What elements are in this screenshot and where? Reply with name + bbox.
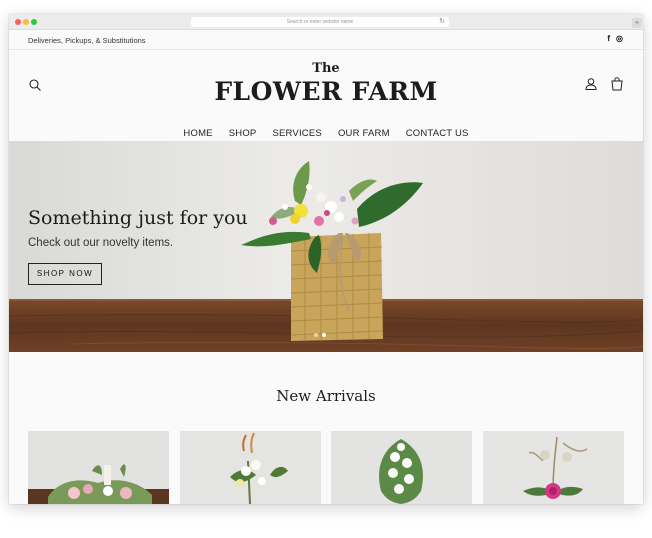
browser-chrome: Search or enter website name ↻ + xyxy=(9,14,643,30)
site-logo[interactable]: FLOWER FARM xyxy=(9,77,643,106)
product-grid xyxy=(28,431,624,504)
browser-window: Search or enter website name ↻ + Deliver… xyxy=(9,14,643,504)
instagram-icon[interactable]: ◎ xyxy=(616,34,623,43)
hero-subtitle: Check out our novelty items. xyxy=(28,237,174,249)
reload-icon[interactable]: ↻ xyxy=(439,17,445,27)
product-image xyxy=(483,431,624,504)
minimize-window-button[interactable] xyxy=(23,19,29,25)
slider-dots xyxy=(314,333,326,337)
product-image xyxy=(180,431,321,504)
announcement-link[interactable]: Deliveries, Pickups, & Substitutions xyxy=(28,36,146,45)
hero-title: Something just for you xyxy=(28,207,248,229)
social-links: f ◎ xyxy=(607,34,623,43)
hero-banner: Something just for you Check out our nov… xyxy=(9,141,643,352)
maximize-window-button[interactable] xyxy=(31,19,37,25)
cart-icon[interactable] xyxy=(610,77,624,91)
product-card[interactable] xyxy=(28,431,169,504)
site-header: The FLOWER FARM HOME SHOP SERVICES OUR F… xyxy=(9,51,643,141)
slider-dot[interactable] xyxy=(314,333,318,337)
nav-contact-us[interactable]: CONTACT US xyxy=(406,128,469,139)
logo-the: The xyxy=(312,61,340,76)
main-nav: HOME SHOP SERVICES OUR FARM CONTACT US xyxy=(9,128,643,139)
close-window-button[interactable] xyxy=(15,19,21,25)
new-tab-button[interactable]: + xyxy=(632,18,642,28)
nav-services[interactable]: SERVICES xyxy=(272,128,321,139)
nav-our-farm[interactable]: OUR FARM xyxy=(338,128,390,139)
product-card[interactable] xyxy=(180,431,321,504)
nav-shop[interactable]: SHOP xyxy=(229,128,257,139)
shop-now-button[interactable]: SHOP NOW xyxy=(28,263,102,285)
announcement-bar: Deliveries, Pickups, & Substitutions f ◎ xyxy=(9,30,643,50)
new-arrivals-title: New Arrivals xyxy=(276,387,376,405)
url-placeholder: Search or enter website name xyxy=(286,19,354,25)
product-card[interactable] xyxy=(483,431,624,504)
address-bar[interactable]: Search or enter website name ↻ xyxy=(191,17,449,27)
product-card[interactable] xyxy=(331,431,472,504)
facebook-icon[interactable]: f xyxy=(607,34,610,43)
account-icon[interactable] xyxy=(584,77,598,91)
product-image xyxy=(331,431,472,504)
product-image xyxy=(28,431,169,504)
slider-dot-active[interactable] xyxy=(322,333,326,337)
nav-home[interactable]: HOME xyxy=(183,128,212,139)
